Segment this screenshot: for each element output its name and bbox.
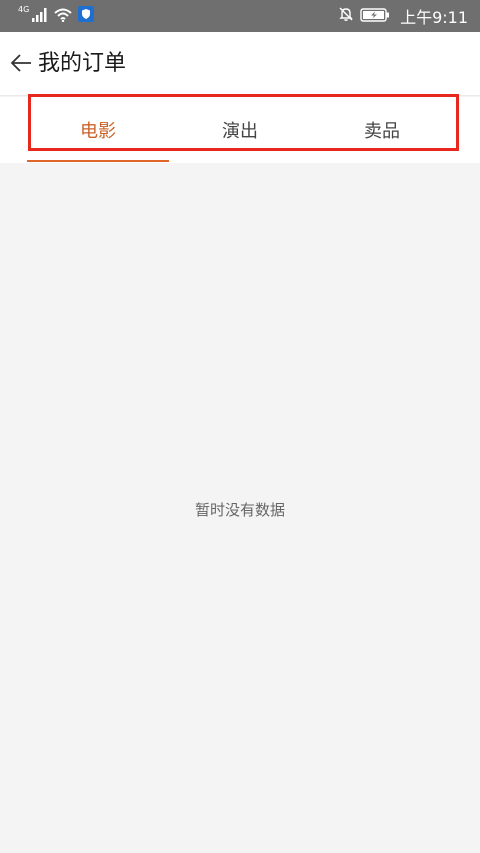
shield-app-icon: [78, 6, 95, 26]
tab-movie[interactable]: 电影: [27, 97, 169, 163]
tab-snacks[interactable]: 卖品: [311, 97, 453, 163]
arrow-left-icon: [9, 51, 33, 79]
tab-show[interactable]: 演出: [169, 97, 311, 163]
empty-state-message: 暂时没有数据: [194, 501, 285, 519]
back-button[interactable]: [6, 50, 36, 80]
order-list-area: 暂时没有数据: [0, 163, 480, 853]
wifi-icon: [54, 7, 72, 26]
status-right: 上午9:11: [338, 0, 468, 32]
battery-charging-icon: [360, 7, 390, 26]
header: 我的订单: [0, 32, 480, 96]
signal-icon: [32, 7, 48, 26]
bell-muted-icon: [338, 6, 354, 26]
page-title: 我的订单: [38, 51, 127, 76]
tab-bar: 电影 演出 卖品: [0, 97, 480, 163]
status-time: 上午9:11: [400, 8, 468, 27]
status-bar: 4G 上午9:11: [0, 0, 480, 32]
active-tab-indicator: [27, 160, 169, 162]
network-type-label: 4G: [18, 5, 30, 14]
status-left: 4G: [18, 0, 95, 32]
